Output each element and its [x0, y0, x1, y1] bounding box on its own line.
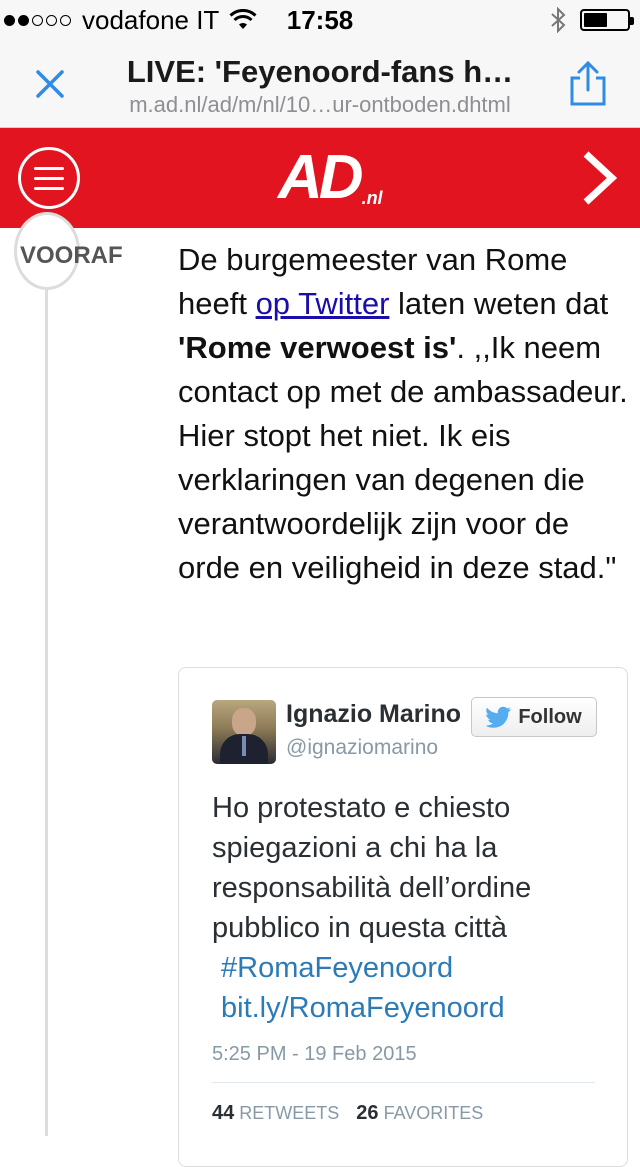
retweets-count[interactable]: 44	[212, 1102, 234, 1124]
site-logo[interactable]: AD .nl	[278, 142, 383, 214]
follow-button[interactable]: Follow	[471, 697, 597, 737]
twitter-bird-icon	[486, 706, 512, 728]
twitter-link[interactable]: op Twitter	[256, 286, 390, 321]
tweet-author-name[interactable]: Ignazio Marino	[286, 700, 476, 729]
chevron-right-icon[interactable]	[578, 148, 620, 208]
article-quote-bold: 'Rome verwoest is'	[178, 330, 457, 365]
timeline-line	[45, 280, 48, 1136]
tweet-url-link[interactable]: bit.ly/RomaFeyenoord	[221, 988, 592, 1028]
share-icon[interactable]	[566, 60, 610, 108]
site-header: AD .nl	[0, 128, 640, 228]
page-title: LIVE: 'Feyenoord-fans h…	[126, 54, 514, 89]
favorites-count[interactable]: 26	[356, 1102, 378, 1124]
clock: 17:58	[286, 5, 354, 35]
battery-icon	[580, 9, 634, 31]
tweet-stats: 44 RETWEETS 26 FAVORITES	[212, 1102, 483, 1125]
tweet-hashtag-link[interactable]: #RomaFeyenoord	[221, 948, 592, 988]
tweet-text: Ho protestato e chiesto spiegazioni a ch…	[212, 792, 532, 944]
bluetooth-icon	[551, 7, 566, 33]
status-right	[550, 0, 634, 40]
article-text-3: . ,,Ik neem contact op met de ambassadeu…	[178, 330, 628, 585]
embedded-tweet: Ignazio Marino @ignaziomarino Follow Ho …	[178, 667, 628, 1167]
url-text[interactable]: m.ad.nl/ad/m/nl/10…ur-ontboden.dhtml	[90, 92, 550, 118]
divider	[212, 1082, 595, 1083]
follow-label: Follow	[518, 705, 582, 728]
hamburger-menu-icon[interactable]	[18, 147, 80, 209]
article-text-2: laten weten dat	[389, 286, 609, 321]
retweets-label: RETWEETS	[239, 1103, 340, 1123]
timeline-label: VOORAF	[20, 242, 123, 269]
tweet-body: Ho protestato e chiesto spiegazioni a ch…	[212, 788, 592, 1028]
tweet-author-handle[interactable]: @ignaziomarino	[286, 736, 438, 760]
favorites-label: FAVORITES	[383, 1103, 484, 1123]
article-paragraph: De burgemeester van Rome heeft op Twitte…	[178, 238, 633, 590]
tweet-timestamp[interactable]: 5:25 PM - 19 Feb 2015	[212, 1043, 417, 1066]
status-bar: vodafone IT 17:58	[0, 0, 640, 40]
browser-toolbar: LIVE: 'Feyenoord-fans h… m.ad.nl/ad/m/nl…	[0, 40, 640, 128]
avatar[interactable]	[212, 700, 276, 764]
close-icon[interactable]	[30, 64, 70, 104]
